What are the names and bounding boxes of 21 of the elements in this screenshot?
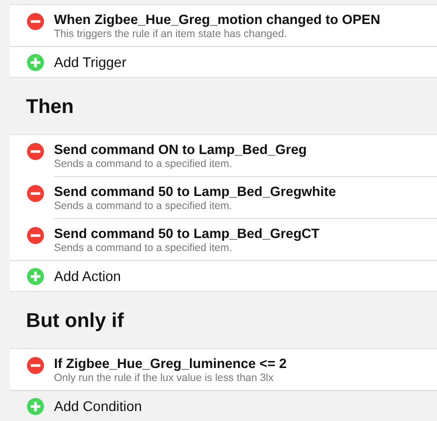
add-label: Add Condition <box>54 398 142 414</box>
rule-description: Sends a command to a specified item. <box>54 242 234 255</box>
rule-title[interactable]: When Zigbee_Hue_Greg_motion changed to OPEN <box>54 11 437 28</box>
rule-description: Only run the rule if the lux value is less than 3lx <box>54 372 274 385</box>
rule-description: This triggers the rule if an item state has changed. <box>54 28 288 41</box>
add-label: Add Action <box>54 268 121 284</box>
rule-title[interactable]: If Zigbee_Hue_Greg_luminence <= 2 <box>54 355 437 372</box>
add-label: Add Trigger <box>54 54 126 70</box>
section-heading: But only if <box>25 309 125 334</box>
rule-title[interactable]: Send command 50 to Lamp_Bed_Gregwhite <box>54 183 437 200</box>
remove-icon[interactable] <box>27 143 44 160</box>
section-heading: Then <box>25 95 75 120</box>
rule-title[interactable]: Send command 50 to Lamp_Bed_GregCT <box>54 225 437 242</box>
remove-icon[interactable] <box>27 13 44 30</box>
remove-icon[interactable] <box>27 357 44 374</box>
remove-icon[interactable] <box>27 185 44 202</box>
rule-description: Sends a command to a specified item. <box>54 200 234 213</box>
remove-icon[interactable] <box>27 227 44 244</box>
rule-description: Sends a command to a specified item. <box>54 158 234 171</box>
add-row[interactable]: Add Condition <box>10 390 437 421</box>
rule-title[interactable]: Send command ON to Lamp_Bed_Greg <box>54 141 437 158</box>
